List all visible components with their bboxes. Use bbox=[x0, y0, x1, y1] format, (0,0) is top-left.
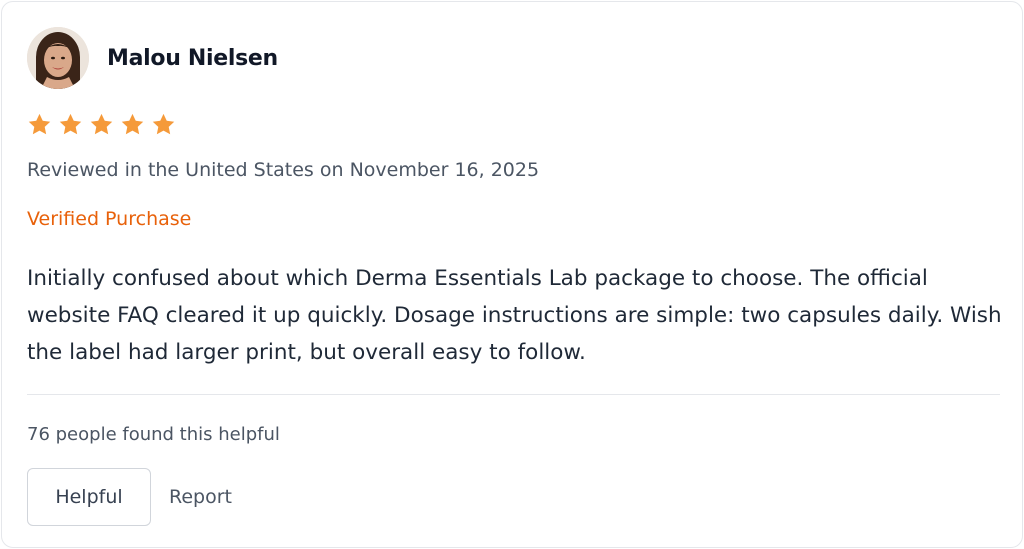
star-icon bbox=[121, 113, 144, 135]
review-header: Malou Nielsen bbox=[27, 27, 278, 89]
star-icon bbox=[152, 113, 175, 135]
review-card: Malou Nielsen Reviewed in the United Sta… bbox=[1, 1, 1023, 548]
helpful-count: 76 people found this helpful bbox=[27, 424, 280, 445]
verified-purchase-badge: Verified Purchase bbox=[27, 208, 192, 230]
divider bbox=[27, 394, 1000, 395]
star-rating bbox=[27, 112, 176, 137]
helpful-button[interactable]: Helpful bbox=[27, 468, 151, 526]
star-icon bbox=[59, 113, 82, 135]
review-actions: Helpful Report bbox=[27, 468, 232, 526]
review-text: Initially confused about which Derma Ess… bbox=[27, 266, 1002, 365]
reviewer-name: Malou Nielsen bbox=[107, 45, 278, 71]
star-icon bbox=[28, 113, 51, 135]
report-link[interactable]: Report bbox=[169, 486, 232, 508]
avatar bbox=[27, 27, 89, 89]
user-photo-avatar-icon bbox=[27, 27, 89, 89]
star-icon bbox=[90, 113, 113, 135]
review-meta: Reviewed in the United States on Novembe… bbox=[27, 159, 540, 181]
